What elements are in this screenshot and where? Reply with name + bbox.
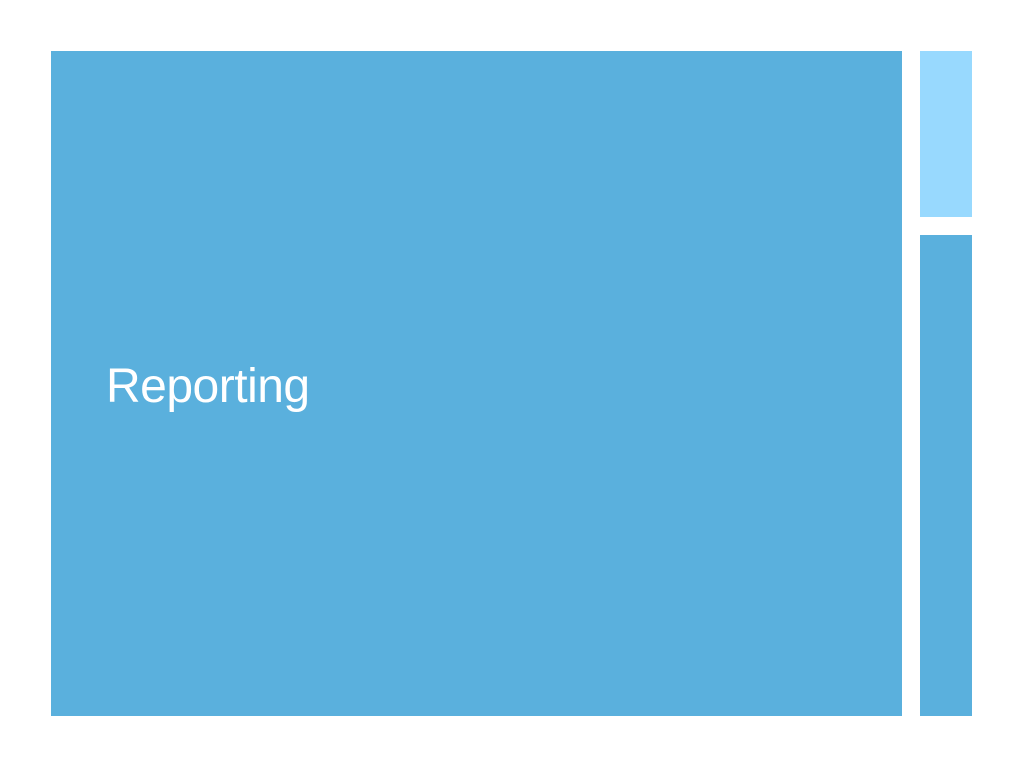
slide: Reporting: [0, 0, 1024, 768]
side-accent-bottom: [920, 235, 972, 716]
slide-title: Reporting: [106, 360, 310, 413]
side-accent-top: [920, 51, 972, 217]
